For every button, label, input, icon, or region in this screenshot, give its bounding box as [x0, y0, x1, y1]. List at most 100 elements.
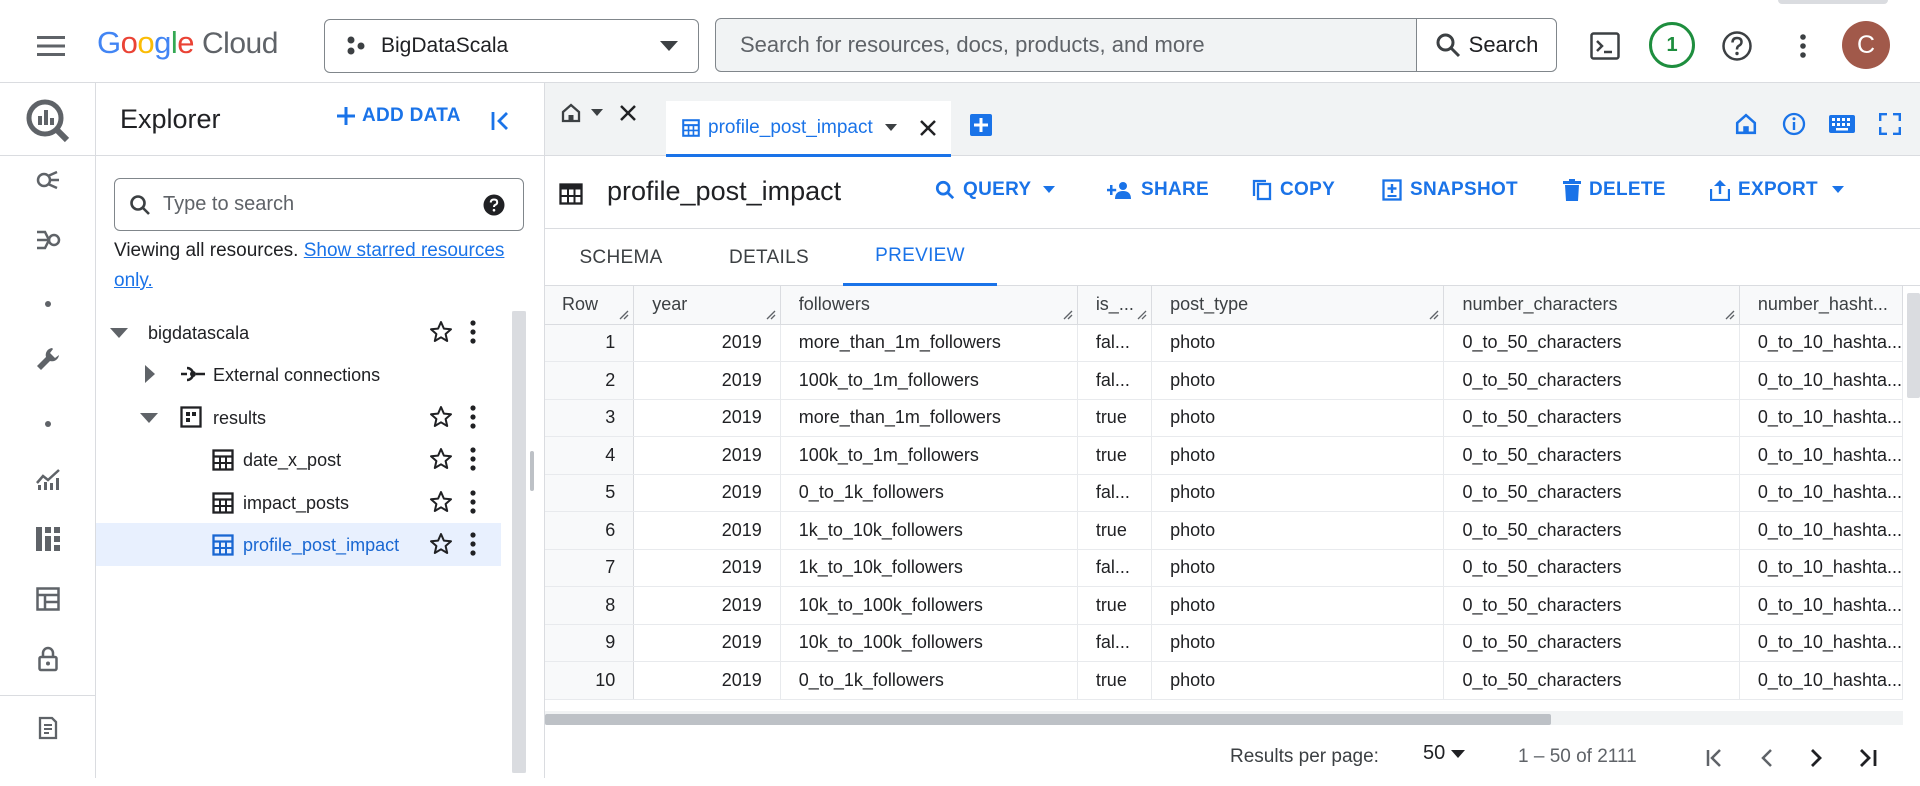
- table-row[interactable]: 5 2019 0_to_1k_followers fal... photo 0_to_50…: [545, 474, 1903, 512]
- row-number[interactable]: 3: [545, 399, 635, 437]
- terminal-icon[interactable]: [1585, 26, 1625, 66]
- table-cell[interactable]: 2019: [633, 361, 781, 400]
- vertical-scrollbar-thumb[interactable]: [1907, 293, 1920, 398]
- table-cell[interactable]: photo: [1151, 624, 1445, 662]
- wrench-icon[interactable]: [24, 337, 72, 381]
- close-icon[interactable]: [619, 104, 637, 122]
- tree-table-impact-posts[interactable]: impact_posts: [96, 481, 501, 524]
- table-cell[interactable]: photo: [1151, 361, 1445, 400]
- table-cell[interactable]: 10k_to_100k_followers: [780, 586, 1078, 625]
- table-cell[interactable]: 0_to_10_hashta...: [1739, 436, 1903, 475]
- table-cell[interactable]: 0_to_50_characters: [1443, 661, 1740, 700]
- tab-profile-post-impact[interactable]: profile_post_impact: [666, 101, 951, 157]
- table-cell[interactable]: photo: [1151, 324, 1445, 362]
- info-icon[interactable]: [1780, 110, 1808, 138]
- dashboard-icon[interactable]: [24, 517, 72, 561]
- home-icon[interactable]: [1732, 110, 1760, 138]
- more-vert-icon[interactable]: [469, 320, 477, 344]
- tree-table-date-x-post[interactable]: date_x_post: [96, 438, 501, 481]
- bigquery-icon[interactable]: [22, 93, 74, 149]
- table-cell[interactable]: photo: [1151, 474, 1445, 512]
- table-cell[interactable]: 2019: [633, 549, 781, 587]
- column-header[interactable]: is_...: [1077, 286, 1153, 325]
- add-data-button[interactable]: ADD DATA: [336, 105, 461, 127]
- table-cell[interactable]: photo: [1151, 661, 1445, 700]
- table-cell[interactable]: photo: [1151, 586, 1445, 625]
- table-cell[interactable]: 0_to_10_hashta...: [1739, 624, 1903, 662]
- row-number[interactable]: 2: [545, 361, 635, 400]
- table-cell[interactable]: 2019: [633, 436, 781, 475]
- more-vert-icon[interactable]: [469, 405, 477, 429]
- table-cell[interactable]: 2019: [633, 474, 781, 512]
- lock-icon[interactable]: [24, 637, 72, 681]
- more-vert-icon[interactable]: [1783, 26, 1823, 66]
- column-resize-icon[interactable]: [1429, 310, 1439, 320]
- horizontal-scrollbar-thumb[interactable]: [545, 714, 1551, 725]
- table-cell[interactable]: 2019: [633, 511, 781, 550]
- column-resize-icon[interactable]: [766, 310, 776, 320]
- star-icon[interactable]: [429, 490, 453, 514]
- search-button[interactable]: Search: [1416, 19, 1556, 71]
- table-row[interactable]: 2 2019 100k_to_1m_followers fal... photo 0_to…: [545, 361, 1903, 400]
- first-page-icon[interactable]: [1697, 741, 1733, 775]
- home-tab[interactable]: [561, 103, 637, 123]
- table-cell[interactable]: 0_to_50_characters: [1443, 399, 1740, 437]
- table-cell[interactable]: 0_to_1k_followers: [780, 474, 1078, 512]
- tab-details[interactable]: DETAILS: [697, 229, 841, 286]
- column-header[interactable]: number_hasht...: [1739, 286, 1903, 325]
- tree-table-profile-post-impact[interactable]: profile_post_impact: [96, 523, 501, 566]
- table-cell[interactable]: 0_to_1k_followers: [780, 661, 1078, 700]
- table-cell[interactable]: 0_to_50_characters: [1443, 624, 1740, 662]
- tree-project-bigdatascala[interactable]: bigdatascala: [96, 311, 501, 354]
- more-vert-icon[interactable]: [469, 490, 477, 514]
- analytics-hub-icon[interactable]: [24, 158, 72, 202]
- table-cell[interactable]: 100k_to_1m_followers: [780, 436, 1078, 475]
- table-cell[interactable]: photo: [1151, 436, 1445, 475]
- expand-toggle[interactable]: [110, 328, 128, 338]
- table-cell[interactable]: 1k_to_10k_followers: [780, 549, 1078, 587]
- column-resize-icon[interactable]: [1725, 310, 1735, 320]
- table-cell[interactable]: 0_to_10_hashta...: [1739, 586, 1903, 625]
- row-number[interactable]: 10: [545, 661, 635, 700]
- more-vert-icon[interactable]: [469, 532, 477, 556]
- keyboard-icon[interactable]: [1828, 110, 1856, 138]
- copy-button[interactable]: COPY: [1252, 179, 1335, 201]
- table-cell[interactable]: 0_to_10_hashta...: [1739, 399, 1903, 437]
- row-number[interactable]: 9: [545, 624, 635, 662]
- table-cell[interactable]: 0_to_50_characters: [1443, 474, 1740, 512]
- global-search-input[interactable]: [716, 19, 1416, 71]
- table-cell[interactable]: 1k_to_10k_followers: [780, 511, 1078, 550]
- add-tab-icon[interactable]: [970, 114, 992, 136]
- table-row[interactable]: 10 2019 0_to_1k_followers true photo 0_to_50_…: [545, 661, 1903, 700]
- project-picker[interactable]: BigDataScala: [324, 19, 699, 73]
- table-cell[interactable]: 0_to_10_hashta...: [1739, 511, 1903, 550]
- table-row[interactable]: 4 2019 100k_to_1m_followers true photo 0_to_5…: [545, 436, 1903, 475]
- table-cell[interactable]: 2019: [633, 624, 781, 662]
- table-cell[interactable]: 100k_to_1m_followers: [780, 361, 1078, 400]
- table-cell[interactable]: 0_to_50_characters: [1443, 586, 1740, 625]
- table-cell[interactable]: true: [1077, 436, 1153, 475]
- next-page-icon[interactable]: [1799, 741, 1835, 775]
- row-number[interactable]: 7: [545, 549, 635, 587]
- table-row[interactable]: 7 2019 1k_to_10k_followers fal... photo 0_to_…: [545, 549, 1903, 587]
- table-row[interactable]: 9 2019 10k_to_100k_followers fal... photo 0_t…: [545, 624, 1903, 662]
- table-row[interactable]: 6 2019 1k_to_10k_followers true photo 0_to_50…: [545, 511, 1903, 550]
- star-icon[interactable]: [429, 447, 453, 471]
- last-page-icon[interactable]: [1850, 741, 1886, 775]
- column-header[interactable]: number_characters: [1443, 286, 1740, 325]
- share-button[interactable]: SHARE: [1107, 179, 1209, 201]
- chevron-down-icon[interactable]: [591, 109, 603, 117]
- tree-external-connections[interactable]: External connections: [96, 353, 501, 396]
- google-cloud-logo[interactable]: Google Cloud: [97, 25, 278, 65]
- table-cell[interactable]: 0_to_50_characters: [1443, 324, 1740, 362]
- chevron-down-icon[interactable]: [884, 123, 897, 132]
- table-cell[interactable]: 2019: [633, 661, 781, 700]
- table-cell[interactable]: 0_to_50_characters: [1443, 511, 1740, 550]
- delete-button[interactable]: DELETE: [1563, 179, 1666, 201]
- table-cell[interactable]: 0_to_50_characters: [1443, 436, 1740, 475]
- fullscreen-icon[interactable]: [1876, 110, 1904, 138]
- pipeline-icon[interactable]: [24, 218, 72, 262]
- table-cell[interactable]: true: [1077, 586, 1153, 625]
- star-icon[interactable]: [429, 320, 453, 344]
- table-cell[interactable]: 0_to_10_hashta...: [1739, 361, 1903, 400]
